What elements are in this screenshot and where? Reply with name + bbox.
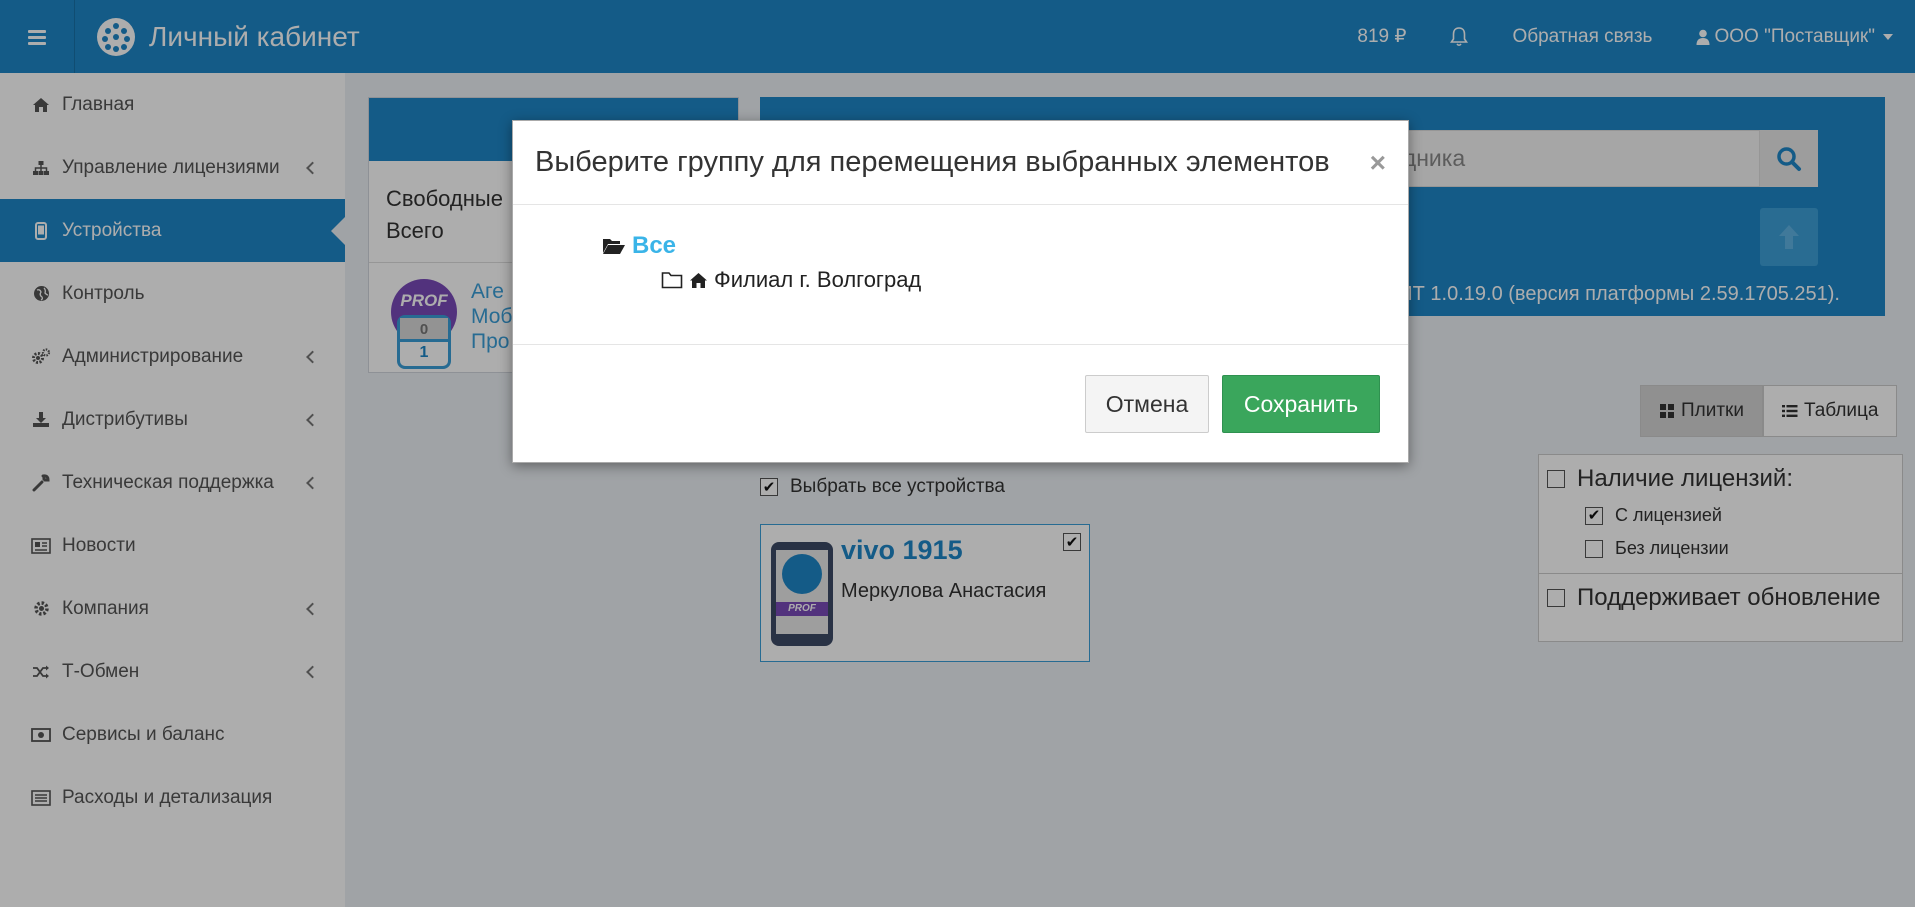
cancel-button[interactable]: Отмена (1085, 375, 1209, 433)
dialog-footer: Отмена Сохранить (513, 345, 1408, 462)
save-button[interactable]: Сохранить (1222, 375, 1380, 433)
home-icon (690, 272, 707, 288)
tree-node-all[interactable]: Все (602, 232, 676, 260)
group-tree: Все Филиал г. Волгоград (513, 205, 1408, 345)
move-group-dialog: Выберите группу для перемещения выбранны… (512, 120, 1409, 463)
dialog-header: Выберите группу для перемещения выбранны… (513, 121, 1408, 205)
close-icon[interactable]: × (1370, 147, 1386, 179)
folder-open-icon (603, 239, 625, 254)
folder-icon (661, 272, 683, 289)
dialog-title: Выберите группу для перемещения выбранны… (535, 146, 1330, 178)
tree-node-volgograd[interactable]: Филиал г. Волгоград (661, 267, 921, 293)
